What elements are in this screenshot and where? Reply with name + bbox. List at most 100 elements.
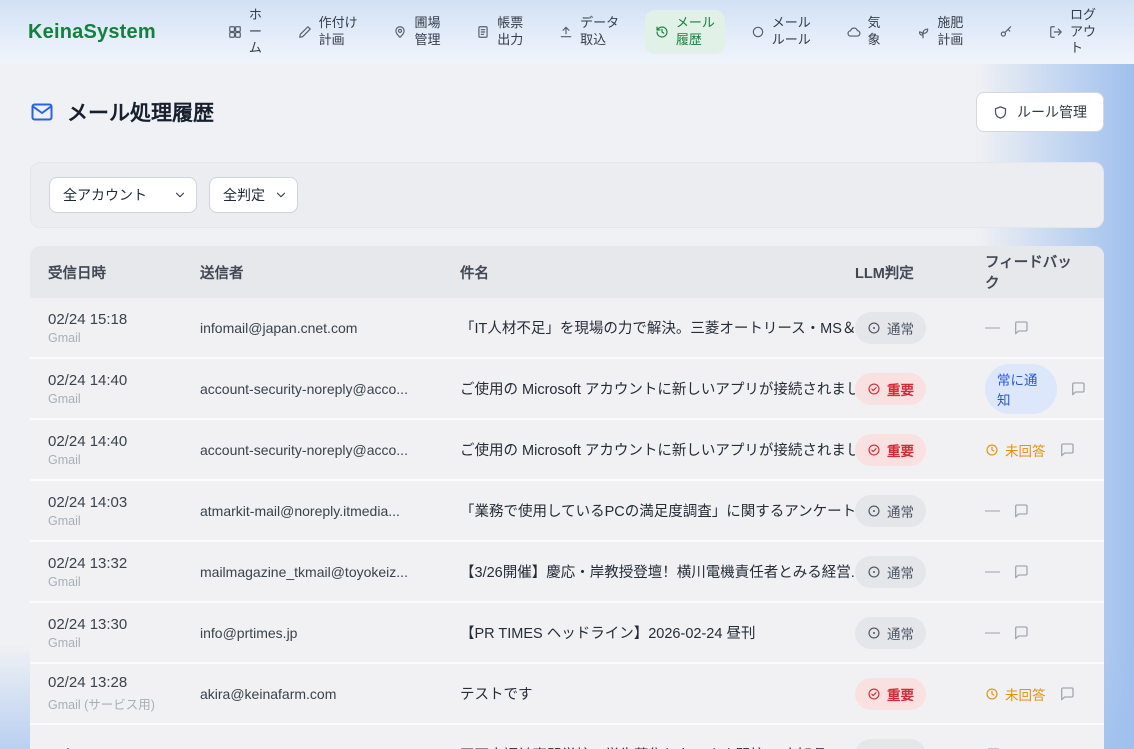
key-icon: [999, 25, 1013, 39]
comment-icon[interactable]: [1059, 442, 1075, 458]
table-row[interactable]: 02/24 14:03 Gmail atmarkit-mail@noreply.…: [30, 481, 1104, 542]
page-title: メール処理履歴: [30, 97, 214, 127]
sender-cell: mailmagazine_tkmail@toyokeiz...: [200, 564, 460, 580]
mail-icon: [30, 100, 54, 124]
main-content: メール処理履歴 ルール管理 全アカウント 全判定 受信日時 送信者 件名 LLM…: [0, 64, 1134, 749]
table-row[interactable]: 02/24 13:28 Gmail (サービス用) akira@keinafar…: [30, 664, 1104, 725]
comment-icon[interactable]: [1013, 564, 1029, 580]
sender-cell: account-security-noreply@acco...: [200, 381, 460, 397]
upload-icon: [559, 25, 573, 39]
received-datetime-cell: 02/24 15:18 Gmail: [48, 311, 200, 345]
column-header-sender: 送信者: [200, 262, 460, 283]
received-datetime-cell: 02/24 14:40 Gmail: [48, 433, 200, 467]
nav-item-label: 圃場 管理: [414, 15, 440, 49]
comment-icon[interactable]: [1059, 686, 1075, 702]
llm-judgment-badge: 通常: [855, 556, 926, 588]
feedback-cell: —: [985, 563, 1086, 580]
llm-judgment-badge: 重要: [855, 434, 926, 466]
filter-bar: 全アカウント 全判定: [30, 162, 1104, 228]
comment-icon[interactable]: [1070, 381, 1086, 397]
nav-item-label: データ 取込: [580, 15, 619, 49]
received-datetime-cell: 02/24 13:30 Gmail: [48, 616, 200, 650]
nav-item-label: 施肥 計画: [937, 15, 963, 49]
llm-judgment-badge: 通常: [855, 312, 926, 344]
nav-item-data-import[interactable]: データ 取込: [549, 10, 629, 54]
feedback-always-notify-badge: 常に通知: [985, 364, 1057, 414]
received-datetime-cell: 02/24 13:28 Gmail (サービス用): [48, 674, 200, 713]
subject-cell: 「業務で使用しているPCの満足度調査」に関するアンケート ≪...: [460, 500, 855, 521]
subject-cell: テストです: [460, 683, 855, 704]
account-filter-select[interactable]: 全アカウント: [49, 177, 197, 213]
column-header-llm-judgment: LLM判定: [855, 262, 985, 283]
feedback-cell: 常に通知: [985, 364, 1086, 414]
subject-cell: ご使用の Microsoft アカウントに新しいアプリが接続されました: [460, 378, 855, 399]
nav-item-planting-plan[interactable]: 作付け 計画: [288, 10, 368, 54]
nav-item-api-key[interactable]: [989, 20, 1023, 44]
received-datetime-cell: 02/24 13:32 Gmail: [48, 555, 200, 589]
feedback-cell: —: [985, 624, 1086, 641]
comment-icon[interactable]: [1013, 625, 1029, 641]
nav-item-label: ログ アウ ト: [1070, 7, 1096, 58]
column-header-feedback: フィードバック: [985, 251, 1086, 293]
subject-cell: 【PR TIMES ヘッドライン】2026-02-24 昼刊: [460, 622, 855, 643]
nav-item-report-output[interactable]: 帳票 出力: [466, 10, 533, 54]
feedback-none: —: [985, 563, 1000, 580]
llm-judgment-badge: 重要: [855, 678, 926, 710]
grid-icon: [228, 25, 242, 39]
pencil-icon: [298, 25, 312, 39]
subject-cell: 【3/26開催】慶応・岸教授登壇！横川電機責任者とみる経営...: [460, 561, 855, 582]
table-body: 02/24 15:18 Gmail infomail@japan.cnet.co…: [30, 298, 1104, 749]
subject-cell: 四万十福祉専門学校、学生募集しないまま閉校へ 高知県: [460, 744, 855, 749]
rule-management-button[interactable]: ルール管理: [976, 92, 1104, 132]
subject-cell: ご使用の Microsoft アカウントに新しいアプリが接続されました: [460, 439, 855, 460]
main-navigation: ホ ー ム 作付け 計画 圃場 管理 帳票 出力 データ 取込 メール 履歴 メ…: [218, 2, 1106, 63]
table-row[interactable]: 02/24 15:18 Gmail infomail@japan.cnet.co…: [30, 298, 1104, 359]
brand-logo[interactable]: KeinaSystem: [28, 21, 156, 44]
feedback-cell: 未回答: [985, 684, 1086, 704]
feedback-none: —: [985, 319, 1000, 336]
nav-item-home[interactable]: ホ ー ム: [218, 2, 272, 63]
table-row[interactable]: 02/24 14:40 Gmail account-security-norep…: [30, 359, 1104, 420]
nav-item-label: メール 履歴: [676, 15, 715, 49]
mail-history-table: 受信日時 送信者 件名 LLM判定 フィードバック 02/24 15:18 Gm…: [30, 246, 1104, 749]
nav-item-mail-history[interactable]: メール 履歴: [645, 10, 725, 54]
llm-judgment-badge: 通常: [855, 495, 926, 527]
table-row[interactable]: 02/24 14:40 Gmail account-security-norep…: [30, 420, 1104, 481]
sender-cell: account-security-noreply@acco...: [200, 442, 460, 458]
nav-item-weather[interactable]: 気 象: [837, 10, 891, 54]
circle-icon: [751, 25, 765, 39]
logout-icon: [1049, 25, 1063, 39]
pin-icon: [393, 25, 407, 39]
column-header-datetime: 受信日時: [48, 262, 200, 283]
document-icon: [476, 25, 490, 39]
nav-item-logout[interactable]: ログ アウ ト: [1039, 2, 1106, 63]
table-row[interactable]: 02/24 12:10 digital@kochinews.jp 四万十福祉専門…: [30, 725, 1104, 749]
top-navbar: KeinaSystem ホ ー ム 作付け 計画 圃場 管理 帳票 出力 データ…: [0, 0, 1134, 64]
llm-judgment-badge: 通常: [855, 617, 926, 649]
nav-item-mail-rules[interactable]: メール ルール: [741, 10, 821, 54]
received-datetime-cell: 02/24 14:03 Gmail: [48, 494, 200, 528]
feedback-unanswered: 未回答: [985, 684, 1046, 704]
history-icon: [655, 25, 669, 39]
sender-cell: info@prtimes.jp: [200, 625, 460, 641]
nav-item-label: 作付け 計画: [319, 15, 358, 49]
nav-item-label: 気 象: [868, 15, 881, 49]
table-row[interactable]: 02/24 13:30 Gmail info@prtimes.jp 【PR TI…: [30, 603, 1104, 664]
received-datetime-cell: 02/24 14:40 Gmail: [48, 372, 200, 406]
nav-item-fertilizer-plan[interactable]: 施肥 計画: [906, 10, 973, 54]
column-header-subject: 件名: [460, 262, 855, 283]
feedback-cell: 未回答: [985, 440, 1086, 460]
nav-item-field-management[interactable]: 圃場 管理: [383, 10, 450, 54]
llm-judgment-badge: 重要: [855, 373, 926, 405]
table-row[interactable]: 02/24 13:32 Gmail mailmagazine_tkmail@to…: [30, 542, 1104, 603]
judgment-filter-select[interactable]: 全判定: [209, 177, 298, 213]
table-header-row: 受信日時 送信者 件名 LLM判定 フィードバック: [30, 246, 1104, 298]
comment-icon[interactable]: [1013, 320, 1029, 336]
sprout-icon: [916, 25, 930, 39]
cloud-icon: [847, 25, 861, 39]
feedback-cell: —: [985, 502, 1086, 519]
sender-cell: infomail@japan.cnet.com: [200, 320, 460, 336]
shield-icon: [993, 105, 1008, 120]
comment-icon[interactable]: [1013, 503, 1029, 519]
nav-item-label: 帳票 出力: [497, 15, 523, 49]
